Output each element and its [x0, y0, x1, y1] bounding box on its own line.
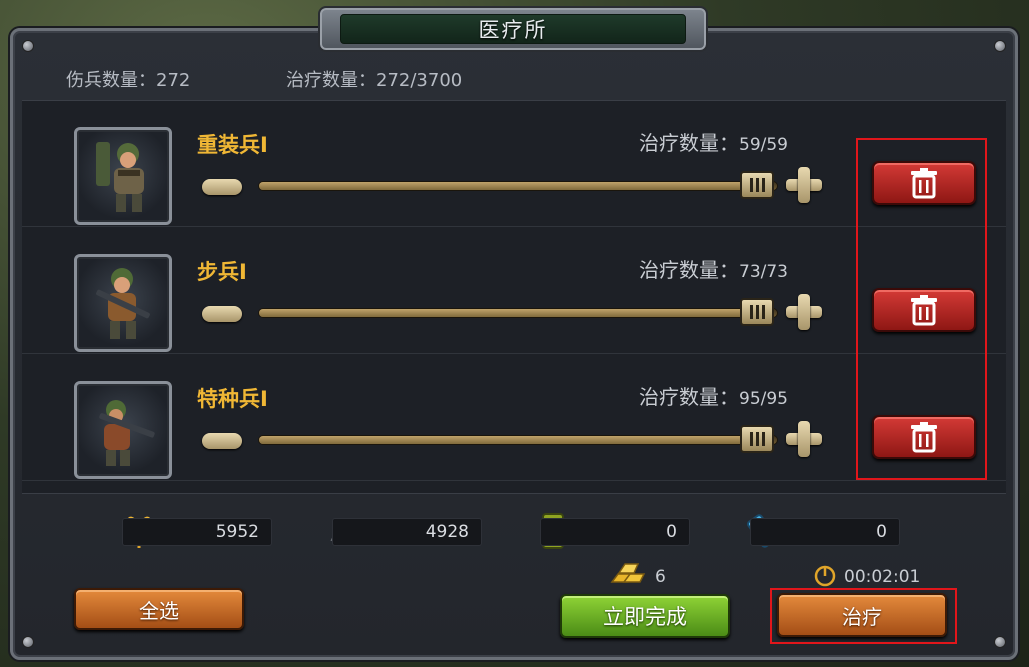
trash-icon — [911, 422, 937, 453]
heal-slider[interactable] — [258, 435, 778, 445]
heal-slider[interactable] — [258, 181, 778, 191]
select-all-button[interactable]: 全选 — [74, 588, 244, 630]
crystal-amount: 0 — [750, 518, 900, 546]
slider-handle[interactable] — [740, 171, 774, 199]
page-title: 医疗所 — [340, 14, 686, 44]
unit-name: 步兵I — [197, 260, 247, 284]
steel-amount: 4928 — [332, 518, 482, 546]
unit-portrait — [74, 381, 172, 479]
trash-icon — [911, 295, 937, 326]
heal-count: 治疗数量：73/73 — [639, 258, 788, 282]
decrease-button[interactable] — [202, 179, 242, 195]
slider-fill — [259, 309, 752, 317]
oil-amount: 0 — [540, 518, 690, 546]
rivet-decoration — [23, 637, 33, 647]
rivet-decoration — [23, 41, 33, 51]
heal-slider[interactable] — [258, 308, 778, 318]
heal-time: 00:02:01 — [844, 567, 921, 587]
unit-name: 特种兵I — [197, 387, 268, 411]
slider-fill — [259, 436, 752, 444]
timer-icon — [814, 565, 836, 587]
food-amount: 5952 — [122, 518, 272, 546]
special-forces-icon — [99, 400, 155, 466]
unit-portrait — [74, 254, 172, 352]
unit-portrait — [74, 127, 172, 225]
decrease-button[interactable] — [202, 433, 242, 449]
slider-handle[interactable] — [740, 298, 774, 326]
slider-fill — [259, 182, 752, 190]
delete-button[interactable] — [872, 415, 976, 459]
increase-button[interactable] — [786, 294, 822, 330]
heal-count: 治疗数量：59/59 — [639, 131, 788, 155]
unit-list: 重装兵I 治疗数量：59/59 步兵I 治疗数量：73/73 特种兵I 治疗数量… — [22, 100, 1006, 494]
decrease-button[interactable] — [202, 306, 242, 322]
wounded-count: 伤兵数量：272 — [66, 70, 191, 91]
delete-button[interactable] — [872, 288, 976, 332]
heal-capacity: 治疗数量：272/3700 — [286, 70, 463, 91]
unit-row: 重装兵I 治疗数量：59/59 — [22, 101, 1006, 227]
gold-cost: 6 — [655, 567, 666, 587]
heavy-soldier-icon — [96, 142, 144, 212]
instant-finish-button[interactable]: 立即完成 — [560, 594, 730, 638]
gold-bars-icon — [610, 563, 646, 583]
heal-count: 治疗数量：95/95 — [639, 385, 788, 409]
infantry-soldier-icon — [96, 268, 150, 339]
slider-handle[interactable] — [740, 425, 774, 453]
delete-button[interactable] — [872, 161, 976, 205]
increase-button[interactable] — [786, 421, 822, 457]
trash-icon — [911, 168, 937, 199]
rivet-decoration — [995, 637, 1005, 647]
title-plate: 医疗所 — [318, 6, 708, 52]
heal-button[interactable]: 治疗 — [777, 593, 947, 637]
rivet-decoration — [995, 41, 1005, 51]
unit-row: 步兵I 治疗数量：73/73 — [22, 228, 1006, 354]
increase-button[interactable] — [786, 167, 822, 203]
unit-name: 重装兵I — [197, 133, 268, 157]
unit-row: 特种兵I 治疗数量：95/95 — [22, 355, 1006, 481]
